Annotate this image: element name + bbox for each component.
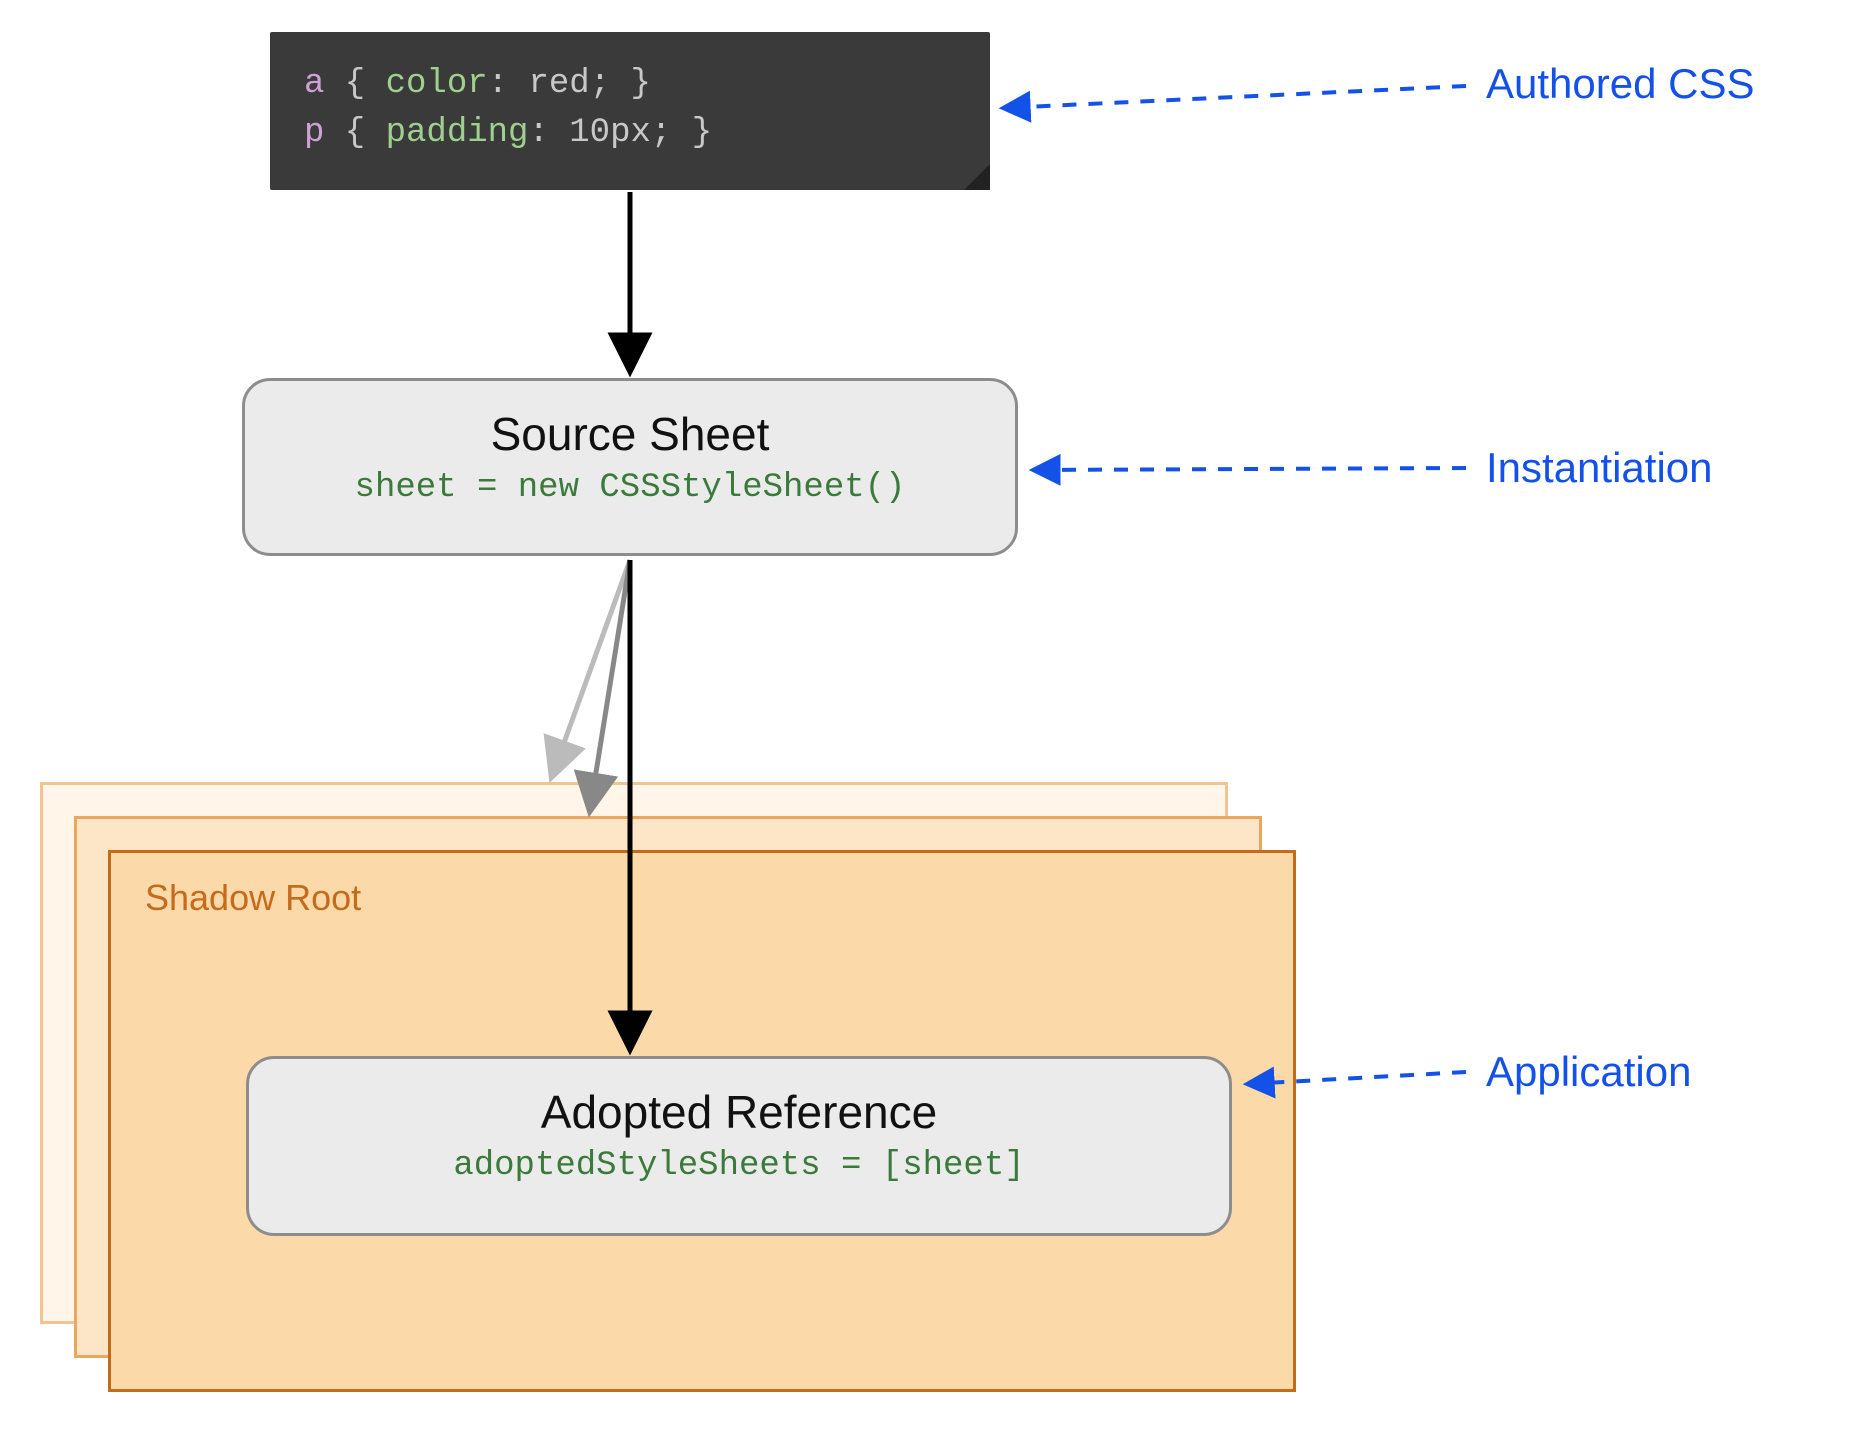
adopted-reference-code: adoptedStyleSheets = [sheet] xyxy=(249,1147,1229,1185)
code-property: padding xyxy=(386,114,529,152)
source-sheet-title: Source Sheet xyxy=(245,407,1015,461)
source-sheet-code: sheet = new CSSStyleSheet() xyxy=(245,469,1015,507)
code-selector: a xyxy=(304,65,324,103)
connector-authored-css xyxy=(1004,86,1466,108)
source-sheet-box: Source Sheet sheet = new CSSStyleSheet() xyxy=(242,378,1018,556)
adopted-reference-title: Adopted Reference xyxy=(249,1085,1229,1139)
code-line-2: p { padding: 10px; } xyxy=(304,109,956,158)
code-punct: ; } xyxy=(590,65,651,103)
adopted-reference-box: Adopted Reference adoptedStyleSheets = [… xyxy=(246,1056,1232,1236)
code-property: color xyxy=(386,65,488,103)
annotation-instantiation: Instantiation xyxy=(1486,444,1713,492)
annotation-application: Application xyxy=(1486,1048,1691,1096)
code-punct: { xyxy=(324,114,385,152)
code-value: 10px xyxy=(569,114,651,152)
arrow-source-to-shadow-faded1 xyxy=(590,560,630,810)
code-punct: : xyxy=(488,65,529,103)
code-value: red xyxy=(528,65,589,103)
annotation-authored-css: Authored CSS xyxy=(1486,60,1755,108)
shadow-root-label: Shadow Root xyxy=(145,877,361,919)
arrow-source-to-shadow-faded2 xyxy=(552,560,630,776)
connector-instantiation xyxy=(1034,468,1466,470)
code-punct: : xyxy=(528,114,569,152)
authored-css-code-block: a { color: red; } p { padding: 10px; } xyxy=(270,32,990,190)
code-punct: ; } xyxy=(651,114,712,152)
diagram-canvas: a { color: red; } p { padding: 10px; } S… xyxy=(0,0,1874,1430)
page-fold-icon xyxy=(964,164,990,190)
code-punct: { xyxy=(324,65,385,103)
code-selector: p xyxy=(304,114,324,152)
code-line-1: a { color: red; } xyxy=(304,60,956,109)
